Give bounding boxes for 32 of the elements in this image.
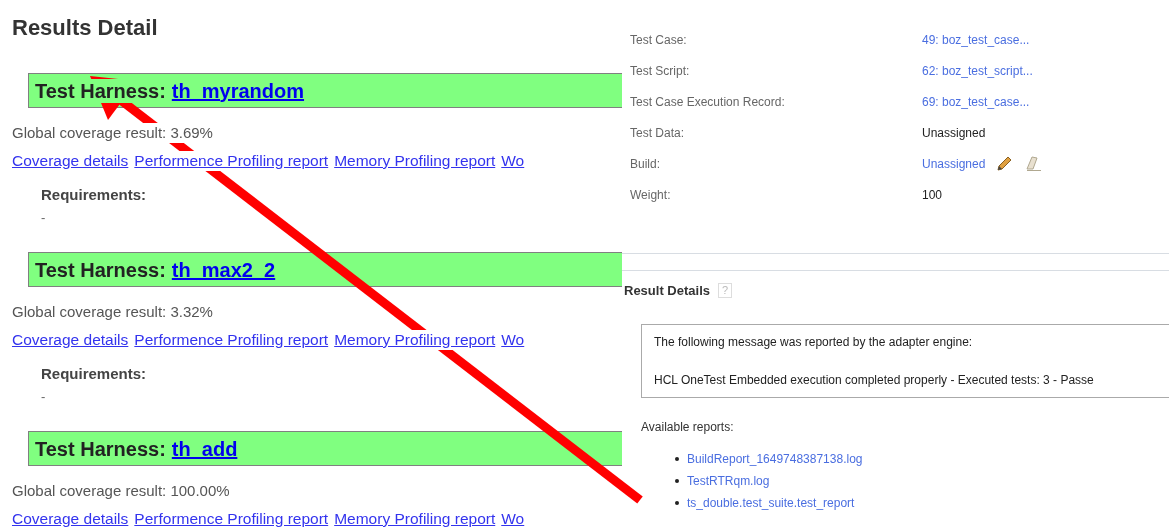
report-file-link[interactable]: BuildReport_1649748387138.log: [687, 452, 863, 466]
field-link[interactable]: 69: boz_test_case...: [922, 94, 1030, 109]
field-label: Test Data:: [630, 125, 686, 140]
pencil-icon[interactable]: [995, 154, 1014, 173]
bullet-icon: [675, 479, 679, 483]
bullet-icon: [675, 501, 679, 505]
field-label: Weight:: [630, 187, 672, 202]
field-link[interactable]: 49: boz_test_case...: [922, 32, 1030, 47]
field-label: Test Case:: [630, 32, 688, 47]
requirements-value: -: [41, 388, 47, 406]
field-label: Test Script:: [630, 63, 691, 78]
field-value: 100: [922, 187, 943, 202]
requirements-label: Requirements:: [41, 185, 148, 205]
message-text: The following message was reported by the adapter engine:: [654, 335, 974, 349]
coverage-result: Global coverage result: 3.69%: [12, 123, 213, 143]
field-label: Test Case Execution Record:: [630, 94, 786, 109]
requirements-label: Requirements:: [41, 364, 148, 384]
requirements-value: -: [41, 209, 47, 227]
field-label: Build:: [630, 156, 662, 171]
field-value: Unassigned: [922, 125, 986, 140]
report-file-link[interactable]: ts_double.test_suite.test_report: [687, 496, 855, 510]
report-link[interactable]: Performence Profiling report: [134, 151, 329, 171]
field-link[interactable]: 62: boz_test_script...: [922, 63, 1033, 78]
page-title: Results Detail: [12, 14, 159, 42]
section-title: Result Details: [624, 283, 710, 298]
reports-label: Available reports:: [641, 420, 735, 434]
field-link[interactable]: Unassigned: [922, 156, 986, 171]
report-file-link[interactable]: TestRTRqm.log: [687, 474, 770, 488]
bullet-icon: [675, 457, 679, 461]
message-text: HCL OneTest Embedded execution completed properly - Executed tests: 3 - Passe: [654, 373, 1095, 387]
harness-label: Test Harness:: [35, 78, 166, 103]
report-link[interactable]: Memory Profiling report: [334, 330, 496, 350]
